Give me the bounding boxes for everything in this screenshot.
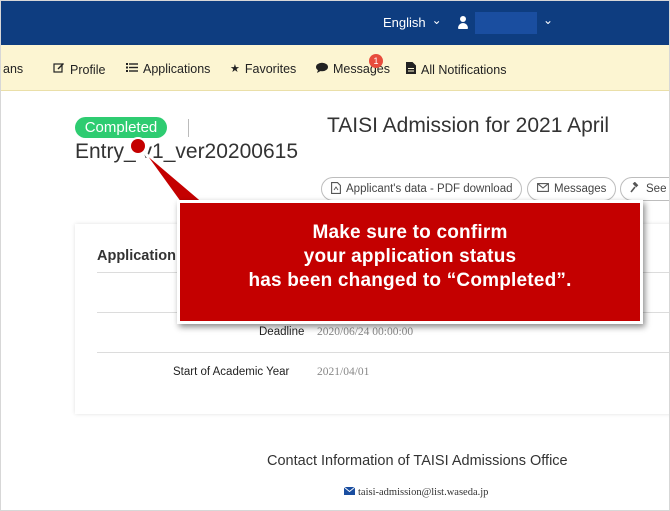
callout-line: Make sure to confirm: [312, 222, 508, 243]
callout-line: your application status: [303, 246, 517, 267]
callout-anchor-dot: [131, 139, 145, 153]
browser-viewport: English ⌄ ⌄ ans Profile Applications ★ F…: [0, 0, 670, 511]
callout-line: has been changed to “Completed”.: [248, 270, 572, 291]
instruction-callout: Make sure to confirm your application st…: [177, 200, 643, 324]
